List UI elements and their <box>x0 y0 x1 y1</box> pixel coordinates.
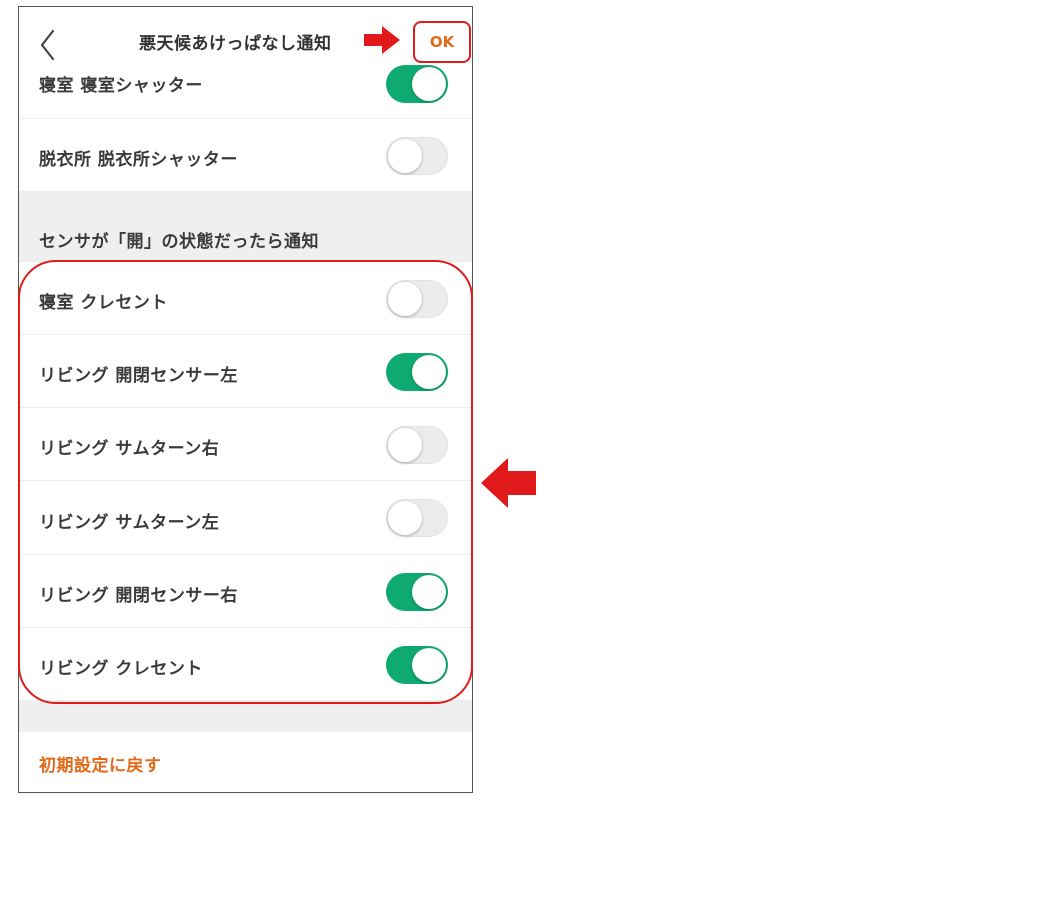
arrow-left-icon <box>481 458 536 508</box>
phone-screen: 悪天候あけっぱなし通知 OK 寝室 寝室シャッター 脱衣所 脱衣所シャッター セ… <box>18 6 473 793</box>
row-label: リビング サムターン右 <box>39 439 220 459</box>
ok-button[interactable]: OK <box>413 21 471 63</box>
toggle-switch[interactable] <box>386 646 448 684</box>
section-title: センサが「開」の状態だったら通知 <box>39 232 319 252</box>
toggle-knob <box>388 428 422 462</box>
toggle-knob <box>412 648 446 682</box>
list-item: リビング 開閉センサー左 <box>19 335 472 408</box>
toggle-knob <box>412 355 446 389</box>
back-button[interactable] <box>33 23 63 63</box>
page-title: 悪天候あけっぱなし通知 <box>139 34 332 54</box>
toggle-switch[interactable] <box>386 499 448 537</box>
toggle-knob <box>388 282 422 316</box>
row-label: リビング サムターン左 <box>39 513 220 533</box>
section-divider <box>19 701 472 732</box>
chevron-left-icon <box>40 29 55 61</box>
toggle-switch[interactable] <box>386 280 448 318</box>
reset-defaults-link[interactable]: 初期設定に戻す <box>39 751 162 776</box>
toggle-knob <box>412 67 446 101</box>
toggle-knob <box>412 575 446 609</box>
toggle-switch[interactable] <box>386 137 448 175</box>
list-item: 脱衣所 脱衣所シャッター <box>19 119 472 192</box>
row-label: 脱衣所 脱衣所シャッター <box>39 150 238 170</box>
list-item: リビング 開閉センサー右 <box>19 555 472 628</box>
toggle-switch[interactable] <box>386 65 448 103</box>
row-label: 寝室 寝室シャッター <box>39 76 203 96</box>
list-item: リビング サムターン左 <box>19 481 472 555</box>
list-item: 寝室 寝室シャッター <box>19 65 472 119</box>
row-label: リビング 開閉センサー右 <box>39 586 238 606</box>
list-item: リビング クレセント <box>19 628 472 701</box>
toggle-knob <box>388 139 422 173</box>
toggle-switch[interactable] <box>386 426 448 464</box>
list-item: 寝室 クレセント <box>19 262 472 335</box>
list-item: リビング サムターン右 <box>19 408 472 481</box>
toggle-switch[interactable] <box>386 353 448 391</box>
row-label: リビング クレセント <box>39 659 203 679</box>
toggle-switch[interactable] <box>386 573 448 611</box>
row-label: 寝室 クレセント <box>39 293 168 313</box>
toggle-knob <box>388 501 422 535</box>
arrow-right-icon <box>364 26 400 54</box>
row-label: リビング 開閉センサー左 <box>39 366 238 386</box>
section-header: センサが「開」の状態だったら通知 <box>19 192 472 262</box>
